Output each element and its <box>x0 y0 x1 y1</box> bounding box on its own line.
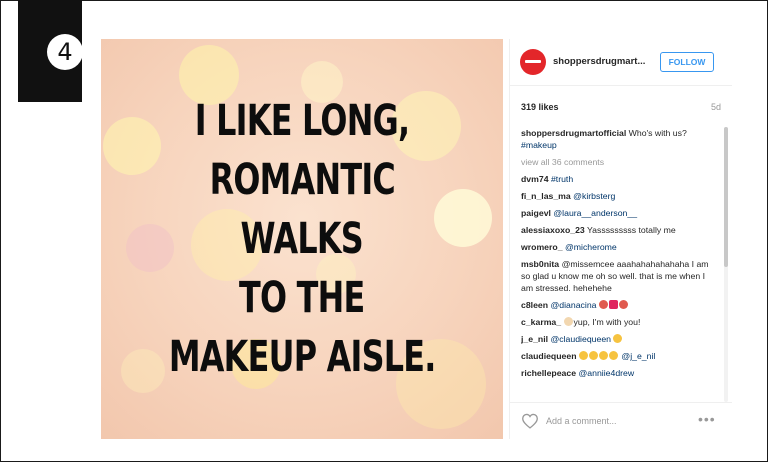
raised-hands-emoji-icon <box>563 317 573 326</box>
comment-username[interactable]: fi_n_las_ma <box>521 191 571 201</box>
post-headline: I LIKE LONG, ROMANTIC WALKS TO THE MAKEU… <box>101 39 503 439</box>
laughing-emoji-icon <box>578 351 588 360</box>
view-all-comments-link[interactable]: view all 36 comments <box>521 156 717 168</box>
laughing-emoji-icon <box>608 351 618 360</box>
comment-username[interactable]: richellepeace <box>521 368 576 378</box>
comment-username[interactable]: c8leen <box>521 300 548 310</box>
brand-logo-icon <box>525 60 541 63</box>
comment-item: alessiaxoxo_23 Yasssssssss totally me <box>521 224 717 236</box>
comment-list: shoppersdrugmartofficial Who's with us? … <box>521 127 717 405</box>
comment-text[interactable]: #truth <box>551 174 573 184</box>
heart-icon[interactable] <box>521 413 539 429</box>
comment-item: claudiequeen @j_e_nil <box>521 350 717 362</box>
comment-item: paigevl @laura__anderson__ <box>521 207 717 219</box>
comment-item: msb0nita @missemcee aaahahahahahaha I am… <box>521 258 717 294</box>
comment-text[interactable]: @dianacina <box>550 300 596 310</box>
headline-line: MAKEUP AISLE. <box>168 331 437 382</box>
comment-item: fi_n_las_ma @kirbsterg <box>521 190 717 202</box>
comment-text: yup, I'm with you! <box>573 317 641 327</box>
heart-emoji-icon <box>608 300 618 309</box>
woman-emoji-icon <box>598 300 608 309</box>
grimace-emoji-icon <box>613 334 623 343</box>
woman-emoji-icon <box>618 300 628 309</box>
caption-text: Who's with us? <box>628 128 687 138</box>
comment-text[interactable]: @micherome <box>565 242 617 252</box>
caption-username[interactable]: shoppersdrugmartofficial <box>521 128 626 138</box>
comment-text: Yasssssssss totally me <box>587 225 676 235</box>
comment-text[interactable]: @kirbsterg <box>573 191 615 201</box>
header-username[interactable]: shoppersdrugmart... <box>553 56 645 67</box>
more-options-icon[interactable]: ••• <box>698 411 716 427</box>
post-side-panel: shoppersdrugmart... FOLLOW 319 likes 5d … <box>509 39 732 439</box>
comment-username[interactable]: wromero_ <box>521 242 563 252</box>
likes-row: 319 likes 5d <box>521 102 721 112</box>
comment-item: j_e_nil @claudiequeen <box>521 333 717 345</box>
headline-line: WALKS <box>240 213 364 264</box>
comment-item: dvm74 #truth <box>521 173 717 185</box>
post-image[interactable]: I LIKE LONG, ROMANTIC WALKS TO THE MAKEU… <box>101 39 503 439</box>
comment-text[interactable]: @laura__anderson__ <box>553 208 637 218</box>
likes-count[interactable]: 319 likes <box>521 102 559 112</box>
comment-item: richellepeace @anniie4drew <box>521 367 717 379</box>
post-header: shoppersdrugmart... FOLLOW <box>510 39 732 86</box>
post-age[interactable]: 5d <box>711 102 721 112</box>
comment-username[interactable]: msb0nita <box>521 259 559 269</box>
add-comment-input[interactable]: Add a comment... <box>546 416 617 426</box>
headline-line: ROMANTIC <box>209 154 395 205</box>
comment-username[interactable]: claudiequeen <box>521 351 577 361</box>
comment-text[interactable]: @claudiequeen <box>550 334 611 344</box>
avatar[interactable] <box>520 49 546 75</box>
comment-username[interactable]: dvm74 <box>521 174 549 184</box>
post-footer: Add a comment... ••• <box>510 402 732 440</box>
headline-line: I LIKE LONG, <box>194 95 410 146</box>
number-circle: 4 <box>47 34 83 70</box>
headline-line: TO THE <box>239 272 365 323</box>
comment-item: c_karma_ yup, I'm with you! <box>521 316 717 328</box>
comment-username[interactable]: paigevl <box>521 208 551 218</box>
comments-scrollbar[interactable] <box>724 127 728 402</box>
comment-username[interactable]: j_e_nil <box>521 334 548 344</box>
number-badge: 4 <box>18 0 83 102</box>
caption-hashtag[interactable]: #makeup <box>521 140 557 150</box>
comment-item: wromero_ @micherome <box>521 241 717 253</box>
comment-text[interactable]: @j_e_nil <box>621 351 655 361</box>
scrollbar-thumb[interactable] <box>724 127 728 267</box>
laughing-emoji-icon <box>588 351 598 360</box>
comment-username[interactable]: c_karma_ <box>521 317 561 327</box>
comment-username[interactable]: alessiaxoxo_23 <box>521 225 585 235</box>
comment-text[interactable]: @anniie4drew <box>578 368 634 378</box>
follow-button[interactable]: FOLLOW <box>660 52 714 72</box>
comment-item: c8leen @dianacina <box>521 299 717 311</box>
laughing-emoji-icon <box>598 351 608 360</box>
caption: shoppersdrugmartofficial Who's with us? … <box>521 127 717 151</box>
